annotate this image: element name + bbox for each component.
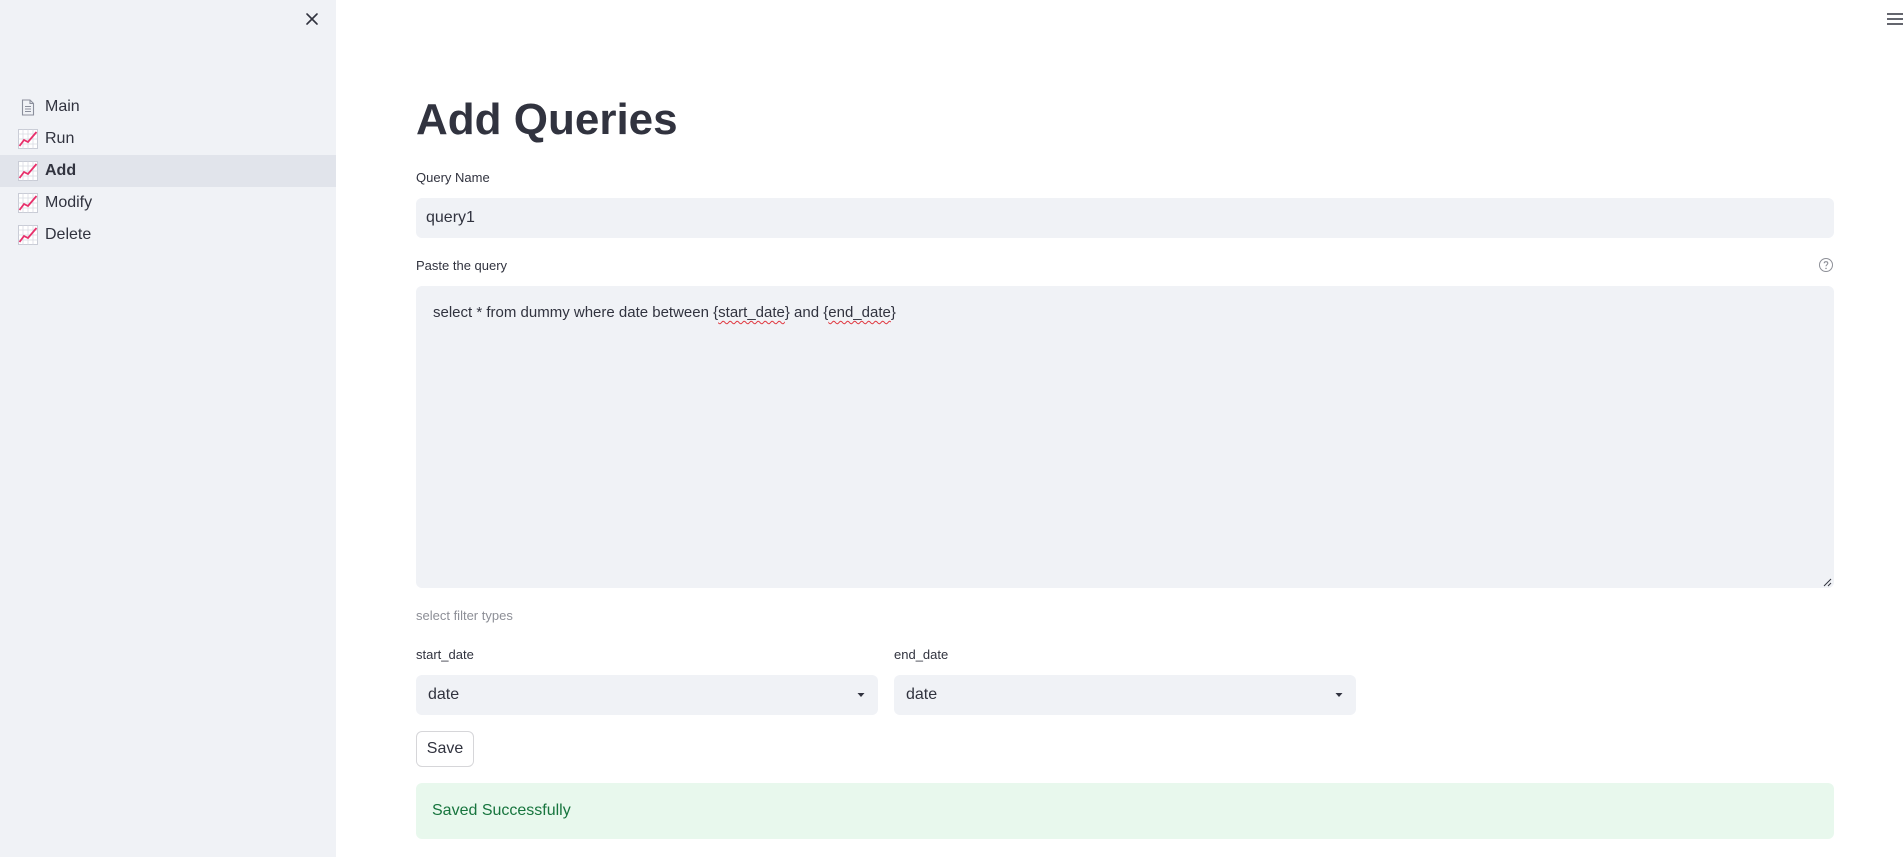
filter-caption: select filter types: [416, 608, 513, 623]
spellcheck-token: start_date: [718, 304, 785, 321]
sidebar-item-main[interactable]: Main: [0, 91, 336, 123]
sidebar-item-label: Delete: [45, 226, 92, 243]
query-name-input[interactable]: [416, 198, 1834, 238]
end-date-filter-select[interactable]: date: [894, 675, 1356, 715]
sidebar-item-run[interactable]: Run: [0, 123, 336, 155]
save-button[interactable]: Save: [416, 731, 474, 767]
query-name-label: Query Name: [416, 170, 490, 185]
select-value: date: [906, 686, 938, 703]
spellcheck-token: end_date: [828, 304, 891, 321]
start-date-filter-select[interactable]: date: [416, 675, 878, 715]
query-label: Paste the query: [416, 258, 508, 273]
start-date-filter-label: start_date: [416, 647, 474, 662]
chart-increasing-icon: [18, 225, 38, 245]
query-text: select * from dummy where date between {…: [433, 304, 896, 321]
success-alert: Saved Successfully: [416, 783, 1834, 839]
sidebar-item-label: Add: [45, 162, 77, 179]
sidebar-nav: Main Run Add Modify Delete: [0, 91, 336, 251]
close-icon: [306, 13, 318, 25]
chart-increasing-icon: [18, 129, 38, 149]
sidebar-item-modify[interactable]: Modify: [0, 187, 336, 219]
chart-increasing-icon: [18, 161, 38, 181]
end-date-filter-label: end_date: [894, 647, 949, 662]
caret-down-icon: [857, 693, 865, 697]
query-textarea[interactable]: select * from dummy where date between {…: [416, 286, 1834, 588]
main-menu-button[interactable]: [1885, 10, 1903, 28]
select-value: date: [428, 686, 460, 703]
page-title: Add Queries: [416, 95, 678, 144]
help-icon[interactable]: [1818, 257, 1834, 273]
sidebar-item-label: Main: [45, 98, 80, 115]
sidebar-item-add[interactable]: Add: [0, 155, 336, 187]
resize-handle-icon[interactable]: [1820, 574, 1832, 587]
success-message: Saved Successfully: [432, 802, 571, 819]
chart-increasing-icon: [18, 193, 38, 213]
close-sidebar-button[interactable]: [302, 8, 322, 30]
sidebar: Main Run Add Modify Delete: [0, 0, 336, 857]
caret-down-icon: [1335, 693, 1343, 697]
sidebar-item-delete[interactable]: Delete: [0, 219, 336, 251]
hamburger-icon: [1887, 13, 1903, 25]
app-root: Main Run Add Modify Delete Add Queries Q…: [0, 0, 1903, 857]
sidebar-item-label: Run: [45, 130, 75, 147]
sidebar-item-label: Modify: [45, 194, 93, 211]
document-icon: [18, 97, 38, 117]
